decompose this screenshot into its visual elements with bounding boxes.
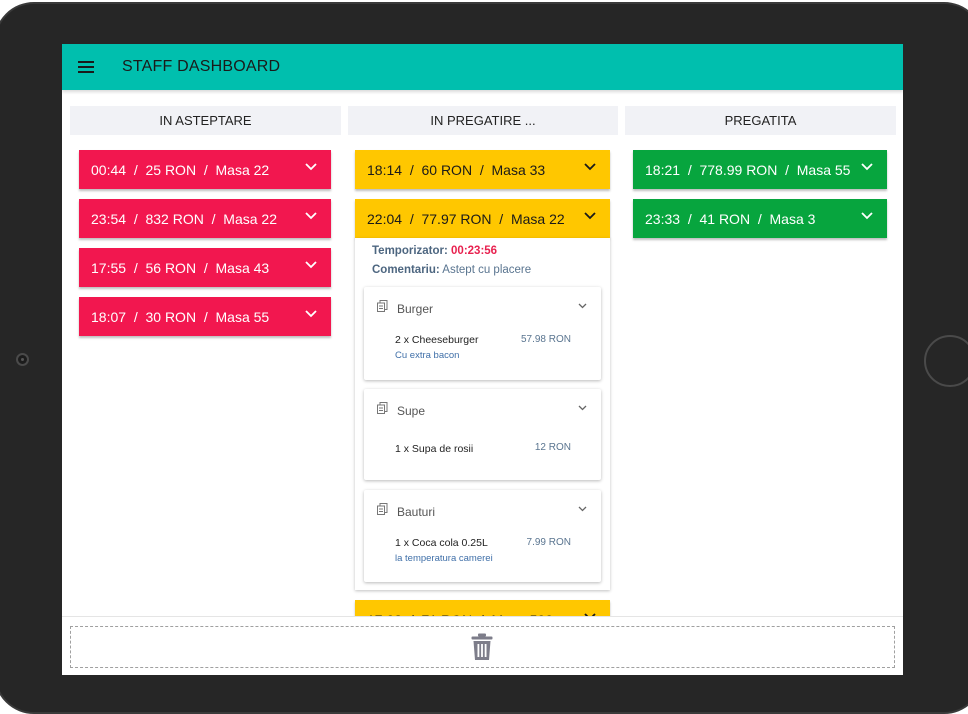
receipt-icon (377, 300, 388, 312)
category-name: Supe (397, 404, 426, 418)
order-card-ready[interactable]: 23:33 / 41 RON / Masa 3 (633, 199, 887, 238)
chevron-down-icon[interactable] (584, 163, 596, 171)
app-screen: STAFF DASHBOARD IN ASTEPTARE IN PREGATIR… (62, 44, 903, 675)
timer-value: 00:23:56 (451, 245, 498, 257)
order-card-waiting[interactable]: 17:55 / 56 RON / Masa 43 (79, 248, 331, 287)
column-header-waiting: IN ASTEPTARE (70, 106, 341, 135)
chevron-down-icon[interactable] (305, 212, 317, 220)
order-card-waiting[interactable]: 00:44 / 25 RON / Masa 22 (79, 150, 331, 189)
hamburger-icon[interactable] (78, 61, 94, 73)
column-header-ready: PREGATITA (625, 106, 896, 135)
item-note: la temperatura camerei (395, 553, 493, 564)
timer-row: Temporizator: 00:23:56 (372, 245, 497, 257)
category-card-bauturi[interactable]: Bauturi 1 x Coca cola 0.25L 7.99 RON la … (364, 490, 601, 582)
comment-row: Comentariu: Astept cu placere (372, 264, 531, 276)
category-name: Burger (397, 302, 434, 316)
item-price: 57.98 RON (520, 334, 571, 345)
chevron-down-icon[interactable] (305, 310, 317, 318)
order-summary: 00:44 / 25 RON / Masa 22 (91, 161, 270, 178)
order-summary: 18:14 / 60 RON / Masa 33 (367, 161, 546, 178)
category-name: Bauturi (397, 505, 436, 519)
top-app-bar: STAFF DASHBOARD (62, 44, 903, 90)
category-card-burger[interactable]: Burger 2 x Cheeseburger 57.98 RON Cu ext… (364, 287, 601, 380)
item-name: 1 x Coca cola 0.25L (395, 537, 488, 549)
receipt-icon (377, 402, 388, 414)
order-card-ready[interactable]: 18:21 / 778.99 RON / Masa 55 (633, 150, 887, 189)
chevron-down-icon[interactable] (305, 261, 317, 269)
chevron-down-icon[interactable] (861, 212, 873, 220)
order-card-waiting[interactable]: 23:54 / 832 RON / Masa 22 (79, 199, 331, 238)
trash-dropzone[interactable] (70, 626, 895, 668)
chevron-down-icon[interactable] (578, 405, 587, 411)
bottom-bar (62, 616, 903, 675)
timer-label: Temporizator: (372, 245, 448, 257)
trash-icon[interactable] (471, 633, 493, 661)
order-summary: 17:55 / 56 RON / Masa 43 (91, 259, 270, 276)
order-card-preparing-expanded[interactable]: 22:04 / 77.97 RON / Masa 22 (355, 199, 610, 238)
comment-value: Astept cu placere (442, 264, 532, 276)
item-name: 1 x Supa de rosii (395, 443, 474, 455)
item-name: 2 x Cheeseburger (395, 334, 479, 346)
chevron-down-icon[interactable] (578, 303, 587, 309)
order-summary: 22:04 / 77.97 RON / Masa 22 (367, 210, 565, 227)
column-header-preparing: IN PREGATIRE ... (348, 106, 618, 135)
home-button[interactable] (924, 335, 968, 387)
order-card-waiting[interactable]: 18:07 / 30 RON / Masa 55 (79, 297, 331, 336)
item-note: Cu extra bacon (395, 350, 460, 361)
category-card-supe[interactable]: Supe 1 x Supa de rosii 12 RON (364, 389, 601, 480)
item-price: 12 RON (534, 442, 571, 453)
comment-label: Comentariu: (372, 264, 440, 276)
chevron-down-icon[interactable] (305, 163, 317, 171)
receipt-icon (377, 503, 388, 515)
camera-icon (16, 353, 29, 366)
order-summary: 23:54 / 832 RON / Masa 22 (91, 210, 277, 227)
chevron-down-icon[interactable] (578, 506, 587, 512)
order-card-preparing[interactable]: 18:14 / 60 RON / Masa 33 (355, 150, 610, 189)
chevron-down-icon[interactable] (861, 163, 873, 171)
item-price: 7.99 RON (526, 537, 571, 548)
app-title: STAFF DASHBOARD (122, 58, 281, 75)
order-summary: 23:33 / 41 RON / Masa 3 (645, 210, 816, 227)
order-summary: 18:07 / 30 RON / Masa 55 (91, 308, 270, 325)
order-details-panel: Temporizator: 00:23:56 Comentariu: Astep… (355, 238, 610, 590)
chevron-down-icon[interactable] (584, 212, 596, 220)
order-summary: 18:21 / 778.99 RON / Masa 55 (645, 161, 851, 178)
